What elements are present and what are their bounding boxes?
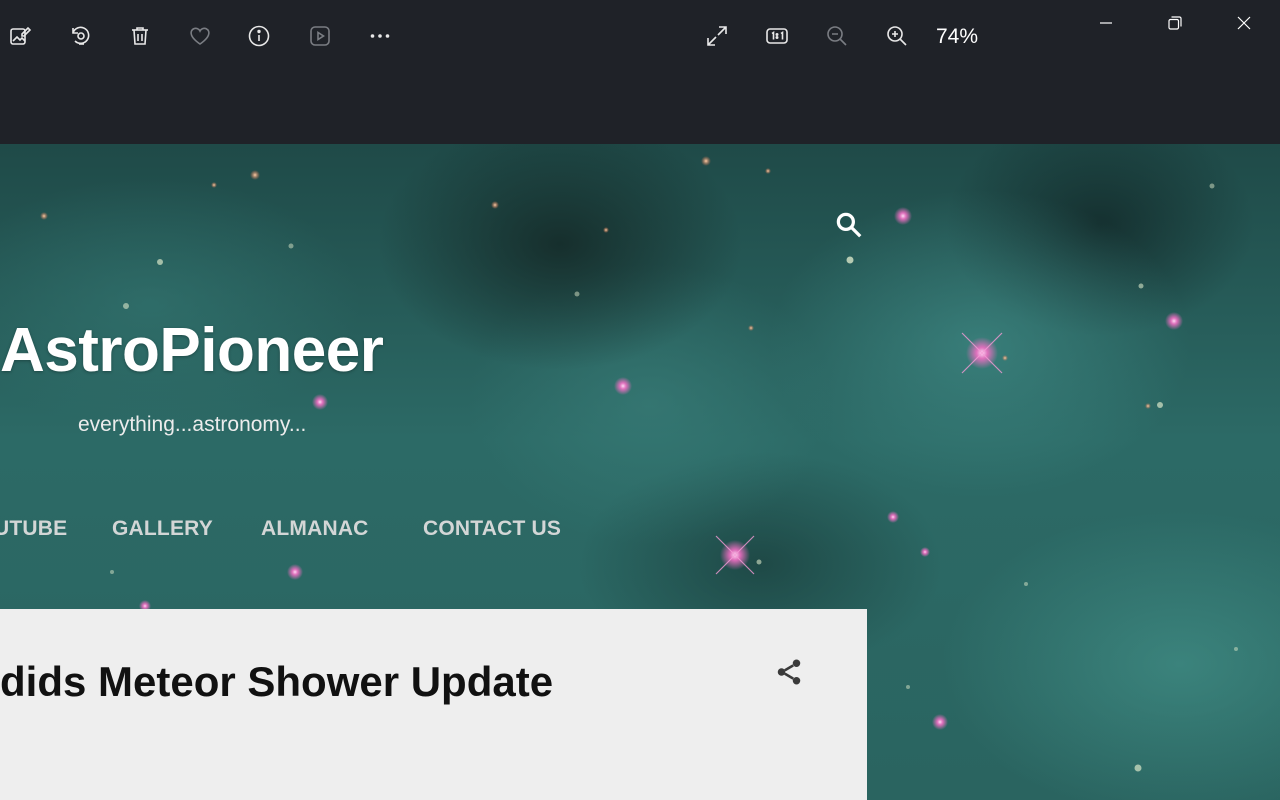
slideshow-icon <box>310 26 330 46</box>
nav-item-gallery[interactable]: GALLERY <box>112 516 213 542</box>
restore-button[interactable] <box>1152 4 1198 42</box>
star <box>1002 355 1008 361</box>
star <box>287 564 303 580</box>
edit-image-button[interactable] <box>0 16 40 56</box>
post-card: dids Meteor Shower Update <box>0 609 867 800</box>
star <box>932 714 948 730</box>
close-icon <box>1237 16 1251 30</box>
star <box>603 227 609 233</box>
star <box>894 207 912 225</box>
zoom-in-icon <box>887 26 907 46</box>
star <box>756 559 762 565</box>
star <box>1234 647 1238 651</box>
zoom-out-icon <box>827 26 847 46</box>
nav-item-youtube[interactable]: UTUBE <box>0 516 67 542</box>
actual-size-button[interactable] <box>757 16 797 56</box>
favorite-heart-icon <box>190 27 210 45</box>
info-icon <box>248 25 270 47</box>
star <box>312 394 328 410</box>
viewer-toolbar: 74% <box>0 0 1280 144</box>
star <box>288 243 294 249</box>
star <box>701 156 711 166</box>
minimize-icon <box>1100 22 1112 24</box>
blog-title[interactable]: AstroPioneer <box>0 314 384 388</box>
rotate-icon <box>72 26 90 45</box>
star <box>920 547 930 557</box>
more-options-icon <box>370 34 390 38</box>
bright-star <box>715 535 755 575</box>
share-button[interactable] <box>772 655 806 689</box>
star <box>1209 183 1215 189</box>
blog-search-button[interactable] <box>832 208 866 242</box>
share-icon <box>777 659 801 685</box>
blog-tagline: everything...astronomy... <box>78 413 307 436</box>
zoom-level-readout[interactable]: 74% <box>936 24 978 50</box>
star <box>1138 283 1144 289</box>
info-button[interactable] <box>239 16 279 56</box>
star <box>1024 582 1028 586</box>
zoom-out-button[interactable] <box>817 16 857 56</box>
star <box>748 325 754 331</box>
star <box>574 291 580 297</box>
star <box>1165 312 1183 330</box>
star <box>110 570 114 574</box>
close-button[interactable] <box>1221 4 1267 42</box>
rotate-button[interactable] <box>60 16 100 56</box>
star <box>250 170 260 180</box>
favorite-button[interactable] <box>180 16 220 56</box>
star <box>491 201 499 209</box>
delete-button[interactable] <box>120 16 160 56</box>
slideshow-button[interactable] <box>300 16 340 56</box>
star <box>614 377 632 395</box>
star <box>1157 402 1163 408</box>
star <box>887 511 899 523</box>
search-icon <box>836 212 862 238</box>
star <box>846 256 854 264</box>
star <box>1145 403 1151 409</box>
bright-star <box>961 332 1003 374</box>
star <box>40 212 48 220</box>
post-title[interactable]: dids Meteor Shower Update <box>0 657 553 707</box>
minimize-button[interactable] <box>1083 4 1129 42</box>
full-screen-icon <box>707 26 727 46</box>
restore-icon <box>1168 16 1182 30</box>
full-screen-button[interactable] <box>697 16 737 56</box>
edit-image-icon <box>10 26 32 45</box>
displayed-image[interactable]: AstroPioneer everything...astronomy... U… <box>0 144 1280 800</box>
star <box>906 685 910 689</box>
star <box>765 168 771 174</box>
actual-size-icon <box>766 28 788 44</box>
more-options-button[interactable] <box>360 16 400 56</box>
star <box>157 259 163 265</box>
nav-item-almanac[interactable]: ALMANAC <box>261 516 369 542</box>
zoom-in-button[interactable] <box>877 16 917 56</box>
nav-item-contact-us[interactable]: CONTACT US <box>423 516 561 542</box>
star <box>123 303 129 309</box>
star <box>1134 764 1142 772</box>
star <box>211 182 217 188</box>
delete-icon <box>132 27 148 45</box>
